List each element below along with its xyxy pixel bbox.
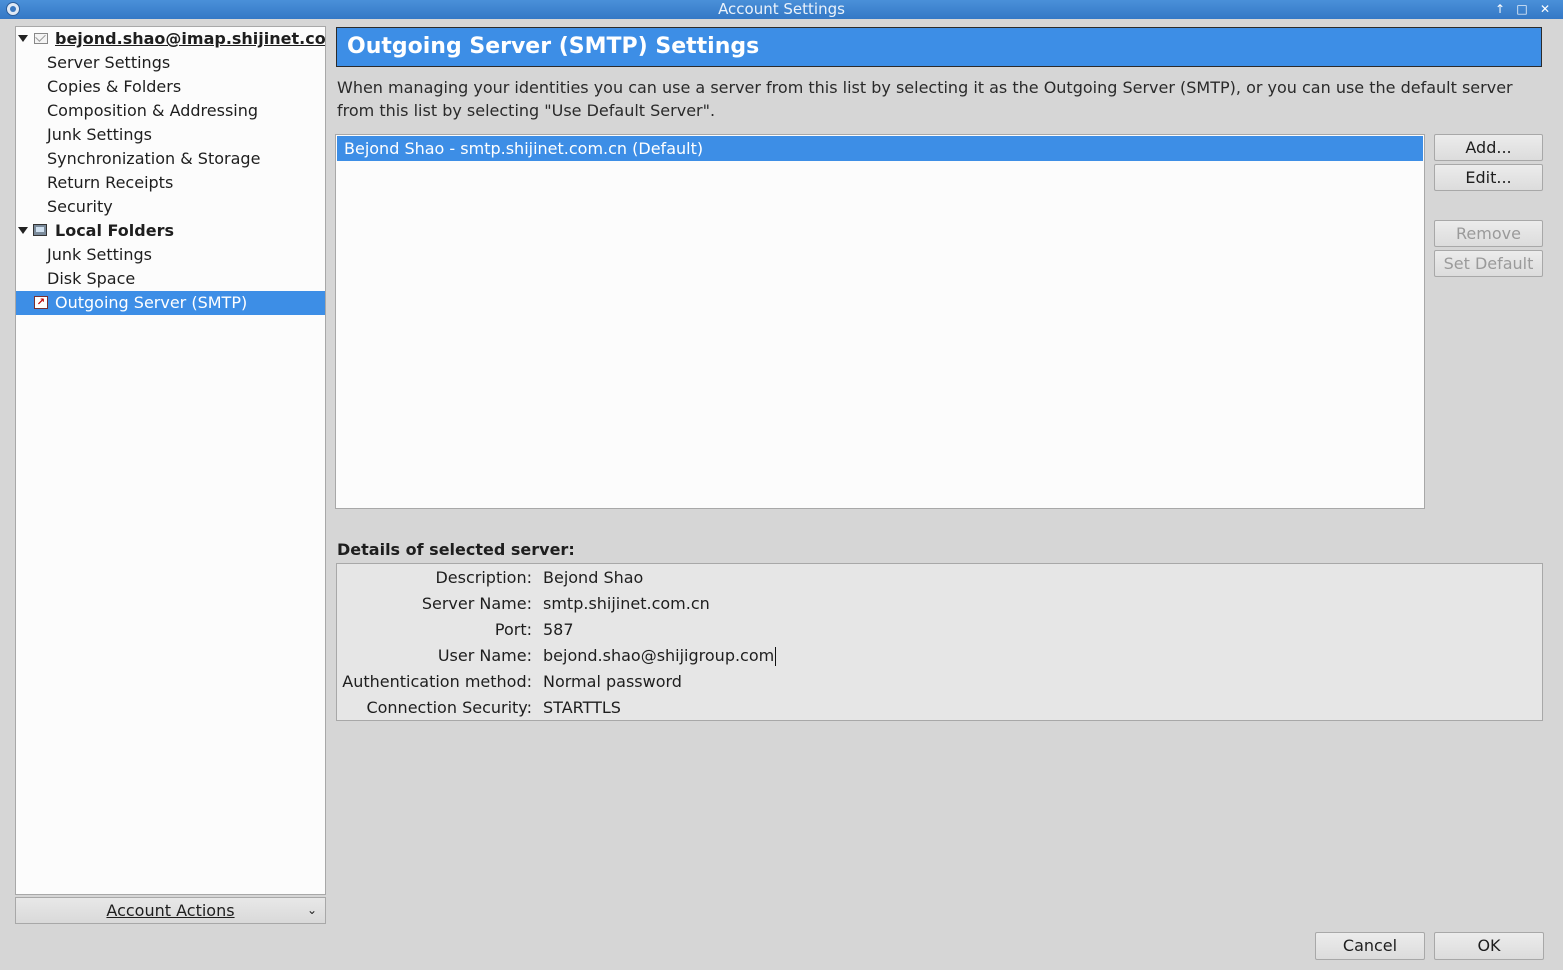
tree-item-junk-settings[interactable]: Junk Settings xyxy=(16,123,325,147)
ok-button[interactable]: OK xyxy=(1434,932,1544,960)
smtp-server-list[interactable]: Bejond Shao - smtp.shijinet.com.cn (Defa… xyxy=(335,134,1425,509)
account-actions-button[interactable]: Account Actions ⌄ xyxy=(15,897,326,924)
window-titlebar: Account Settings ↑ □ ✕ xyxy=(0,0,1563,19)
mail-account-icon xyxy=(34,33,48,44)
account-tree[interactable]: bejond.shao@imap.shijinet.co... Server S… xyxy=(15,26,326,895)
tree-local-label: Local Folders xyxy=(55,221,174,240)
smtp-description: When managing your identities you can us… xyxy=(337,78,1513,120)
local-folders-icon xyxy=(33,224,47,236)
detail-server-name-row: Server Name: smtp.shijinet.com.cn xyxy=(421,594,710,613)
close-icon[interactable]: ✕ xyxy=(1538,2,1552,16)
server-details-panel: Description: Bejond Shao Server Name: sm… xyxy=(336,563,1543,721)
keep-above-icon[interactable]: ↑ xyxy=(1493,2,1507,16)
tree-account-label: bejond.shao@imap.shijinet.co... xyxy=(55,29,325,48)
expand-arrow-icon[interactable] xyxy=(18,35,28,42)
tree-item-copies-folders[interactable]: Copies & Folders xyxy=(16,75,325,99)
remove-server-button[interactable]: Remove xyxy=(1434,220,1543,247)
tree-item-outgoing-server[interactable]: ↗ Outgoing Server (SMTP) xyxy=(16,291,325,315)
tree-account-imap[interactable]: bejond.shao@imap.shijinet.co... xyxy=(16,27,325,51)
window-title: Account Settings xyxy=(718,0,845,18)
tree-item-return-receipts[interactable]: Return Receipts xyxy=(16,171,325,195)
tree-item-synchronization-storage[interactable]: Synchronization & Storage xyxy=(16,147,325,171)
tree-item-local-junk-settings[interactable]: Junk Settings xyxy=(16,243,325,267)
text-caret xyxy=(775,647,777,666)
detail-port-row: Port: 587 xyxy=(494,620,574,639)
set-default-button[interactable]: Set Default xyxy=(1434,250,1543,277)
edit-server-button[interactable]: Edit... xyxy=(1434,164,1543,191)
tree-item-server-settings[interactable]: Server Settings xyxy=(16,51,325,75)
tree-item-disk-space[interactable]: Disk Space xyxy=(16,267,325,291)
outgoing-server-icon: ↗ xyxy=(34,296,48,309)
detail-user-name-row: User Name: bejond.shao@shijigroup.com xyxy=(437,646,777,666)
tree-account-local-folders[interactable]: Local Folders xyxy=(16,219,325,243)
tree-item-composition-addressing[interactable]: Composition & Addressing xyxy=(16,99,325,123)
maximize-icon[interactable]: □ xyxy=(1515,2,1529,16)
detail-security-row: Connection Security: STARTTLS xyxy=(366,698,621,717)
expand-arrow-icon[interactable] xyxy=(18,227,28,234)
smtp-server-row[interactable]: Bejond Shao - smtp.shijinet.com.cn (Defa… xyxy=(337,136,1423,161)
details-title: Details of selected server: xyxy=(337,540,575,559)
cancel-button[interactable]: Cancel xyxy=(1315,932,1425,960)
detail-auth-row: Authentication method: Normal password xyxy=(342,672,682,691)
chevron-down-icon: ⌄ xyxy=(306,903,317,917)
tree-item-security[interactable]: Security xyxy=(16,195,325,219)
add-server-button[interactable]: Add... xyxy=(1434,134,1543,161)
user-name-value[interactable]: bejond.shao@shijigroup.com xyxy=(543,646,774,665)
page-title: Outgoing Server (SMTP) Settings xyxy=(336,27,1542,67)
detail-description-row: Description: Bejond Shao xyxy=(435,568,644,587)
